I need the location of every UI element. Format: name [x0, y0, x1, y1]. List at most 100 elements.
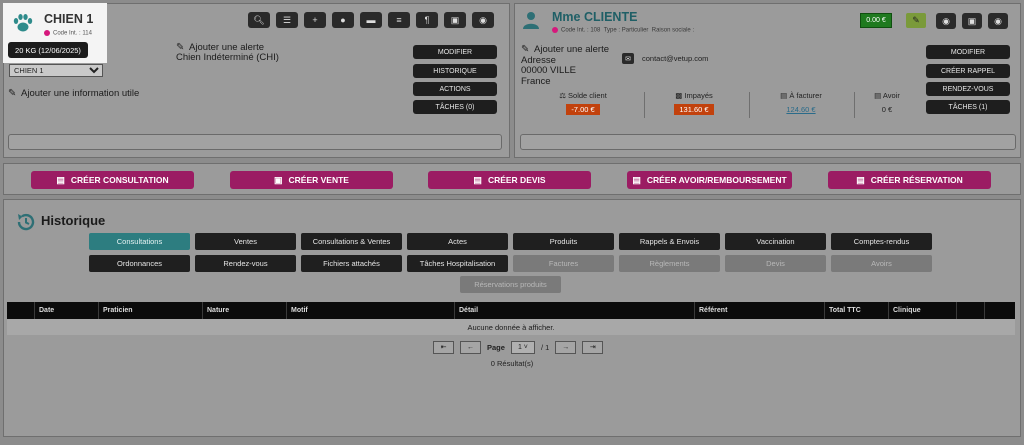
divider — [644, 92, 645, 118]
client-modify-button[interactable]: MODIFIER — [926, 45, 1010, 59]
edit-icon: ✎ — [521, 44, 530, 55]
stat-value: 0 € — [881, 105, 893, 114]
pet-history-button[interactable]: HISTORIQUE — [413, 64, 497, 78]
col-nature[interactable]: Nature — [203, 302, 287, 319]
tab-reservations-produits[interactable]: Réservations produits — [460, 276, 561, 293]
search-icon[interactable]: 🔍︎ — [248, 12, 270, 28]
create-consultation-button[interactable]: ▤ CRÉER CONSULTATION — [31, 171, 194, 189]
chat-icon[interactable]: ◉ — [472, 12, 494, 28]
weight-button[interactable]: 20 KG (12/06/2025) — [8, 42, 88, 58]
col-referent[interactable]: Référent — [695, 302, 825, 319]
divider — [854, 92, 855, 118]
edit-icon: ✎ — [8, 88, 17, 99]
tab-comptes-rendus[interactable]: Comptes-rendus — [831, 233, 932, 250]
tab-rendez-vous[interactable]: Rendez-vous — [195, 255, 296, 272]
pet-name: CHIEN 1 — [44, 12, 94, 26]
col-select — [7, 302, 35, 319]
stat-unpaid: ▩ Impayés 131.60 € — [674, 91, 714, 115]
pet-alert-block: ✎ Ajouter une alerte Chien Indéterminé (C… — [176, 43, 279, 63]
sms-icon[interactable]: ◉ — [988, 13, 1008, 29]
stat-credit: ▤ Avoir 0 € — [874, 91, 900, 114]
email-row[interactable]: ✉ contact@vetup.com — [622, 53, 708, 64]
document-icon: ▤ — [632, 174, 641, 185]
client-toolbar: ◉ ▣ ◉ — [936, 13, 1008, 29]
appointment-button[interactable]: RENDEZ-VOUS — [926, 82, 1010, 96]
stat-balance: ⚖ Solde client -7.00 € — [559, 91, 607, 115]
pet-modify-button[interactable]: MODIFIER — [413, 45, 497, 59]
prev-page-button[interactable]: ← — [460, 340, 481, 354]
next-page-button[interactable]: → — [555, 340, 577, 354]
document-icon: ▤ — [874, 91, 882, 100]
create-credit-button[interactable]: ▤ CRÉER AVOIR/REMBOURSEMENT — [627, 171, 792, 189]
money-icon: ▤ — [780, 91, 788, 100]
client-meta: Code Int. : 108 Type : Particulier Raiso… — [552, 27, 694, 34]
checklist-icon[interactable]: ≡ — [388, 12, 410, 28]
city-line: 00000 VILLE — [521, 65, 576, 76]
page-select[interactable]: 1 ˅ — [510, 340, 535, 354]
create-quote-button[interactable]: ▤ CRÉER DEVIS — [428, 171, 591, 189]
col-motif[interactable]: Motif — [287, 302, 455, 319]
list-icon[interactable]: ☰ — [276, 12, 298, 28]
tab-ventes[interactable]: Ventes — [195, 233, 296, 250]
tab-fichiers-attaches[interactable]: Fichiers attachés — [301, 255, 402, 272]
pet-toolbar: 🔍︎ ☰ + ● ▬ ≡ ¶ ▣ ◉ — [248, 12, 494, 28]
tab-vaccination[interactable]: Vaccination — [725, 233, 826, 250]
invoice-edit-icon[interactable]: ✎ — [906, 13, 926, 28]
stat-to-invoice: ▤ À facturer 124.60 € — [780, 91, 822, 115]
pet-actions-button[interactable]: ACTIONS — [413, 82, 497, 96]
page-label: Page — [487, 342, 505, 352]
pet-note-field[interactable] — [8, 134, 502, 150]
create-sale-button[interactable]: ▣ CRÉER VENTE — [230, 171, 393, 189]
utensils-icon[interactable]: ¶ — [416, 12, 438, 28]
client-email: contact@vetup.com — [642, 54, 709, 63]
tab-factures[interactable]: Factures — [513, 255, 614, 272]
comment-icon[interactable]: ▣ — [962, 13, 982, 29]
client-tasks-button[interactable]: TÂCHES (1) — [926, 100, 1010, 114]
tab-ordonnances[interactable]: Ordonnances — [89, 255, 190, 272]
bed-icon[interactable]: ▬ — [360, 12, 382, 28]
col-action-2 — [985, 302, 1015, 319]
results-count: 0 Résultat(s) — [490, 359, 534, 368]
pet-code: Code Int. : 114 — [44, 30, 92, 37]
first-page-button[interactable]: ⇤ — [433, 340, 454, 354]
client-note-field[interactable] — [520, 134, 1016, 150]
pet-tasks-button[interactable]: TÂCHES (0) — [413, 100, 497, 114]
tab-avoirs[interactable]: Avoirs — [831, 255, 932, 272]
pet-select[interactable]: CHIEN 1 — [9, 64, 103, 77]
comment-icon[interactable]: ▣ — [444, 12, 466, 28]
tab-produits[interactable]: Produits — [513, 233, 614, 250]
status-dot — [552, 27, 558, 33]
add-info-link[interactable]: ✎ Ajouter une information utile — [8, 89, 139, 99]
history-icon — [17, 213, 35, 231]
page-total: / 1 — [540, 342, 550, 352]
chat-icon[interactable]: ◉ — [936, 13, 956, 29]
balance-badge: 0.00 € — [860, 13, 892, 28]
col-total-ttc[interactable]: Total TTC — [825, 302, 889, 319]
tab-reglements[interactable]: Règlements — [619, 255, 720, 272]
stat-value-link[interactable]: 124.60 € — [781, 104, 820, 115]
tab-taches-hospitalisation[interactable]: Tâches Hospitalisation — [407, 255, 508, 272]
client-name: Mme CLIENTE — [552, 10, 638, 24]
tab-actes[interactable]: Actes — [407, 233, 508, 250]
col-praticien[interactable]: Praticien — [99, 302, 203, 319]
tab-consultations[interactable]: Consultations — [89, 233, 190, 250]
col-date[interactable]: Date — [35, 302, 99, 319]
pet-species: Chien Indéterminé (CHI) — [176, 52, 279, 63]
paw-icon — [13, 14, 33, 32]
tab-rappels-envois[interactable]: Rappels & Envois — [619, 233, 720, 250]
client-address: ✎ Ajouter une alerte Adresse 00000 VILLE … — [521, 44, 609, 87]
tab-consultations-ventes[interactable]: Consultations & Ventes — [301, 233, 402, 250]
empty-table-message: Aucune donnée à afficher. — [7, 319, 1015, 335]
col-detail[interactable]: Détail — [455, 302, 695, 319]
add-alert-link[interactable]: ✎ Ajouter une alerte — [521, 44, 609, 56]
document-icon: ▤ — [56, 174, 65, 185]
col-clinique[interactable]: Clinique — [889, 302, 957, 319]
clock-icon[interactable]: ● — [332, 12, 354, 28]
create-reservation-button[interactable]: ▤ CRÉER RÉSERVATION — [828, 171, 991, 189]
create-reminder-button[interactable]: CRÉER RAPPEL — [926, 64, 1010, 78]
plus-icon[interactable]: + — [304, 12, 326, 28]
document-icon: ▤ — [856, 174, 865, 185]
last-page-button[interactable]: ⇥ — [582, 340, 604, 354]
tab-devis[interactable]: Devis — [725, 255, 826, 272]
status-dot — [44, 30, 50, 36]
